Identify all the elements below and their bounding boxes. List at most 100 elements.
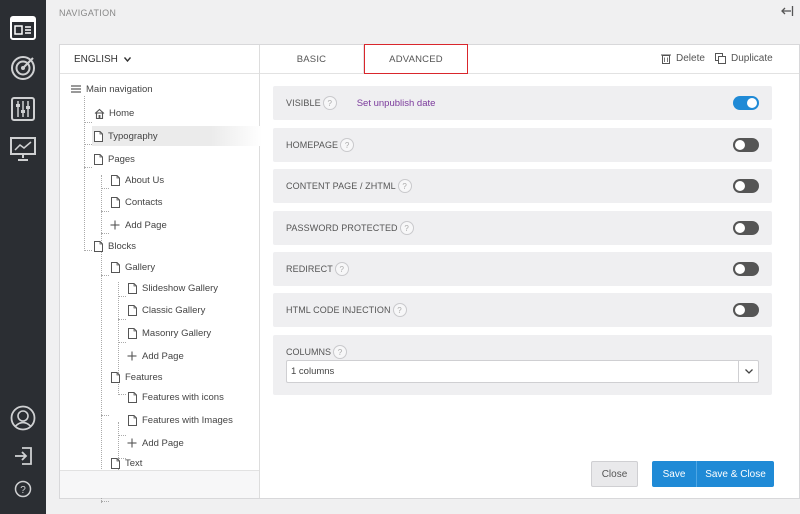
tree-item-classic-gallery[interactable]: Classic Gallery <box>126 300 205 320</box>
visible-setting: VISIBLE ? Set unpublish date <box>273 86 772 120</box>
navigation-panel: ENGLISH Main navigation Home Typography … <box>59 44 800 503</box>
sliders-icon[interactable] <box>0 96 46 122</box>
save-and-close-button[interactable]: Save & Close <box>697 461 774 487</box>
homepage-label: HOMEPAGE <box>286 140 339 150</box>
content-page-label: CONTENT PAGE / ZHTML <box>286 181 396 191</box>
tree-column: ENGLISH Main navigation Home Typography … <box>60 45 262 503</box>
plus-icon <box>109 219 121 231</box>
page-icon <box>109 196 121 208</box>
page-icon <box>109 261 121 273</box>
help-tooltip-icon[interactable]: ? <box>392 303 407 317</box>
tree-item-masonry-gallery[interactable]: Masonry Gallery <box>126 323 211 343</box>
tree-item-pages[interactable]: Pages <box>92 149 135 169</box>
tree-item-features[interactable]: Features <box>109 367 163 387</box>
content-page-toggle[interactable] <box>733 179 759 193</box>
tree-item-add-page[interactable]: Add Page <box>126 346 184 366</box>
tab-advanced[interactable]: ADVANCED <box>364 44 468 74</box>
tab-bar: BASIC ADVANCED Delete Duplicate <box>260 44 799 74</box>
avatar-icon[interactable] <box>0 404 46 432</box>
page-title: NAVIGATION <box>59 8 117 18</box>
columns-select[interactable]: 1 columns <box>286 360 759 383</box>
unpublish-date-link[interactable]: Set unpublish date <box>357 98 436 109</box>
delete-button[interactable]: Delete <box>661 53 705 64</box>
columns-value: 1 columns <box>291 366 335 377</box>
collapse-arrow-icon[interactable] <box>780 4 794 21</box>
visible-toggle[interactable] <box>733 96 759 110</box>
tree-item-typography[interactable]: Typography <box>92 126 262 146</box>
chevron-down-icon <box>123 54 131 65</box>
page-icon <box>109 174 121 186</box>
page-icon <box>126 304 138 316</box>
tree-footer <box>60 470 259 498</box>
columns-setting: COLUMNS ? 1 columns <box>273 335 772 395</box>
chevron-down-icon[interactable] <box>738 361 758 382</box>
duplicate-button[interactable]: Duplicate <box>715 53 773 64</box>
save-button[interactable]: Save <box>652 461 697 487</box>
columns-label: COLUMNS <box>286 347 332 357</box>
delete-label: Delete <box>676 53 705 64</box>
tree-item-blocks[interactable]: Blocks <box>92 236 136 256</box>
tree-item-label: Add Page <box>125 219 167 231</box>
redirect-label: REDIRECT <box>286 264 333 274</box>
visible-label: VISIBLE <box>286 98 321 108</box>
page-icon <box>126 414 138 426</box>
help-tooltip-icon[interactable]: ? <box>322 96 337 110</box>
close-button[interactable]: Close <box>591 461 638 487</box>
homepage-toggle[interactable] <box>733 138 759 152</box>
tree-item-label: Blocks <box>108 240 136 252</box>
password-toggle[interactable] <box>733 221 759 235</box>
tree-item-label: Pages <box>108 153 135 165</box>
help-tooltip-icon[interactable]: ? <box>340 138 355 152</box>
tree-item-label: Text <box>125 457 143 469</box>
duplicate-label: Duplicate <box>731 53 773 64</box>
content-page-setting: CONTENT PAGE / ZHTML ? <box>273 169 772 203</box>
html-injection-toggle[interactable] <box>733 303 759 317</box>
analytics-board-icon[interactable] <box>0 136 46 162</box>
tree-item-label: About Us <box>125 174 165 186</box>
html-injection-setting: HTML CODE INJECTION ? <box>273 293 772 327</box>
tree-item-add-page[interactable]: Add Page <box>126 433 184 453</box>
language-select[interactable]: ENGLISH <box>60 45 259 74</box>
pages-icon[interactable] <box>0 14 46 42</box>
tree-item-label: Features with icons <box>142 391 224 403</box>
help-tooltip-icon[interactable]: ? <box>397 179 412 193</box>
tree-item-home[interactable]: Home <box>93 103 134 123</box>
target-icon[interactable] <box>0 54 46 82</box>
page-icon <box>109 371 121 383</box>
page-icon <box>92 153 104 165</box>
tree-item-label: Features <box>125 371 163 383</box>
help-icon[interactable]: ? <box>0 478 46 500</box>
tree-root[interactable]: Main navigation <box>70 79 153 99</box>
page-icon <box>92 240 104 252</box>
tree-item-label: Masonry Gallery <box>142 327 212 339</box>
menu-icon <box>70 83 82 95</box>
help-tooltip-icon[interactable]: ? <box>334 262 349 276</box>
tree-item-label: Slideshow Gallery <box>142 282 219 294</box>
tree-item-slideshow-gallery[interactable]: Slideshow Gallery <box>126 278 218 298</box>
tree-item-features-with-images[interactable]: Features with Images <box>126 410 233 430</box>
help-tooltip-icon[interactable]: ? <box>333 345 348 359</box>
password-setting: PASSWORD PROTECTED ? <box>273 211 772 245</box>
tree-item-gallery[interactable]: Gallery <box>109 257 155 277</box>
tree-item-contacts[interactable]: Contacts <box>109 192 163 212</box>
tree-item-label: Add Page <box>142 437 184 449</box>
tree-item-label: Gallery <box>125 261 156 273</box>
tree-item-add-page[interactable]: Add Page <box>109 215 167 235</box>
trash-icon <box>661 54 671 64</box>
redirect-setting: REDIRECT ? <box>273 252 772 286</box>
logout-icon[interactable] <box>0 445 46 467</box>
language-label: ENGLISH <box>74 53 118 65</box>
plus-icon <box>126 350 138 362</box>
page-icon <box>109 457 121 469</box>
tree-item-features-with-icons[interactable]: Features with icons <box>126 387 224 407</box>
html-injection-label: HTML CODE INJECTION <box>286 305 391 315</box>
settings-column: BASIC ADVANCED Delete Duplicate VISIBLE … <box>260 44 799 498</box>
help-tooltip-icon[interactable]: ? <box>399 221 414 235</box>
columns-label-wrap: COLUMNS ? <box>286 345 348 359</box>
redirect-toggle[interactable] <box>733 262 759 276</box>
svg-text:?: ? <box>20 485 26 496</box>
tab-basic[interactable]: BASIC <box>260 45 364 74</box>
tree-item-about-us[interactable]: About Us <box>109 170 164 190</box>
copy-icon <box>715 53 726 64</box>
tree-item-label: Classic Gallery <box>142 304 206 316</box>
